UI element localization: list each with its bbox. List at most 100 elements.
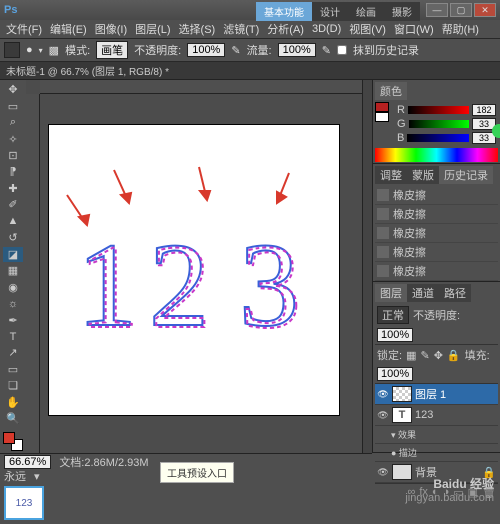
maximize-button[interactable]: ▢ (450, 3, 472, 17)
tab-photo[interactable]: 摄影 (384, 2, 420, 21)
menu-view[interactable]: 视图(V) (345, 21, 390, 37)
history-item[interactable]: 橡皮擦 (375, 243, 498, 262)
mask-tab[interactable]: 蒙版 (407, 166, 439, 184)
toolbox: ✥ ▭ ⌕ ✧ ⊡ ⁋ ✚ ✐ ▲ ↺ ◪ ▦ ◉ ☼ ✒ T ↗ ▭ ❏ ✋ … (0, 80, 26, 453)
blend-mode-select[interactable]: 正常 (377, 306, 409, 324)
lock-trans-icon[interactable]: ▦ (406, 349, 416, 362)
layer-opacity-input[interactable]: 100% (377, 328, 413, 342)
color-swatches[interactable] (3, 432, 23, 451)
visibility-icon[interactable]: 👁 (377, 466, 389, 478)
3d-tool[interactable]: ❏ (3, 378, 23, 393)
history-item[interactable]: 橡皮擦 (375, 186, 498, 205)
menu-file[interactable]: 文件(F) (2, 21, 46, 37)
lock-pixel-icon[interactable]: ✎ (420, 349, 429, 362)
pen-tool[interactable]: ✒ (3, 312, 23, 327)
hand-tool[interactable]: ✋ (3, 395, 23, 410)
menu-3d[interactable]: 3D(D) (308, 23, 345, 35)
layer-thumb[interactable]: T (392, 407, 412, 423)
svg-text:1: 1 (79, 220, 139, 353)
layer-row[interactable]: 👁T123 (375, 405, 498, 426)
menu-layer[interactable]: 图层(L) (131, 21, 174, 37)
layer-thumb[interactable] (392, 386, 412, 402)
eraser-icon[interactable] (4, 42, 20, 58)
close-button[interactable]: ✕ (474, 3, 496, 17)
history-item[interactable]: 橡皮擦 (375, 262, 498, 281)
history-tab[interactable]: 历史记录 (439, 166, 493, 184)
color-tab[interactable]: 颜色 (375, 82, 407, 100)
gradient-tool[interactable]: ▦ (3, 263, 23, 278)
title-bar: Ps 基本功能 设计 绘画 摄影 — ▢ ✕ (0, 0, 500, 20)
eraser-icon (377, 265, 389, 277)
visibility-icon[interactable]: 👁 (377, 388, 389, 400)
flow-input[interactable]: 100% (278, 43, 316, 57)
layers-panel: 图层 通道 路径 正常 不透明度: 100% 锁定: ▦ ✎ ✥ 🔒 填充: 1… (373, 282, 500, 453)
fill-input[interactable]: 100% (377, 367, 413, 381)
color-spectrum[interactable] (375, 148, 498, 162)
brush-tool[interactable]: ✐ (3, 197, 23, 212)
eraser-tool[interactable]: ◪ (3, 247, 23, 262)
r-value[interactable]: 182 (472, 104, 496, 116)
menu-help[interactable]: 帮助(H) (438, 21, 483, 37)
zoom-field[interactable]: 66.67% (4, 455, 51, 469)
mode-label: 模式: (65, 42, 90, 58)
history-brush-tool[interactable]: ↺ (3, 230, 23, 245)
tab-design[interactable]: 设计 (312, 2, 348, 21)
visibility-icon[interactable]: 👁 (377, 409, 389, 421)
crop-tool[interactable]: ⊡ (3, 148, 23, 163)
erase-history-checkbox[interactable] (337, 45, 347, 55)
paths-tab[interactable]: 路径 (439, 284, 471, 302)
history-item[interactable]: 橡皮擦 (375, 205, 498, 224)
minimize-button[interactable]: — (426, 3, 448, 17)
adjust-tab[interactable]: 调整 (375, 166, 407, 184)
menu-window[interactable]: 窗口(W) (390, 21, 438, 37)
dodge-tool[interactable]: ☼ (3, 296, 23, 311)
ruler-vertical[interactable] (26, 94, 40, 453)
opacity-input[interactable]: 100% (187, 43, 225, 57)
tab-essentials[interactable]: 基本功能 (256, 2, 312, 21)
mode-select[interactable]: 画笔 (96, 41, 128, 59)
zoom-tool[interactable]: 🔍 (3, 411, 23, 426)
path-tool[interactable]: ↗ (3, 345, 23, 360)
airbrush-icon[interactable]: ✎ (322, 44, 331, 57)
menu-select[interactable]: 选择(S) (175, 21, 220, 37)
canvas[interactable]: .num{font-family:Georgia,serif;font-size… (49, 125, 339, 415)
move-tool[interactable]: ✥ (3, 82, 23, 97)
type-tool[interactable]: T (3, 329, 23, 344)
dock-strip[interactable] (362, 80, 372, 453)
layer-row[interactable]: ● 描边 (375, 444, 498, 462)
doc-info: 文档:2.86M/2.93M (59, 454, 148, 470)
lock-pos-icon[interactable]: ✥ (434, 349, 443, 362)
history-item[interactable]: 橡皮擦 (375, 224, 498, 243)
bg-chip[interactable] (375, 112, 389, 122)
menu-filter[interactable]: 滤镜(T) (219, 21, 263, 37)
layer-row[interactable]: ▾ 效果 (375, 426, 498, 444)
g-slider[interactable] (409, 120, 469, 128)
stamp-tool[interactable]: ▲ (3, 214, 23, 229)
tab-painting[interactable]: 绘画 (348, 2, 384, 21)
layers-tab[interactable]: 图层 (375, 284, 407, 302)
marquee-tool[interactable]: ▭ (3, 98, 23, 113)
erase-history-label: 抹到历史记录 (353, 42, 419, 58)
b-slider[interactable] (407, 134, 469, 142)
channels-tab[interactable]: 通道 (407, 284, 439, 302)
document-tab[interactable]: 未标题-1 @ 66.7% (图层 1, RGB/8) * (0, 62, 500, 80)
shape-tool[interactable]: ▭ (3, 362, 23, 377)
menu-edit[interactable]: 编辑(E) (46, 21, 91, 37)
fg-chip[interactable] (375, 102, 389, 112)
r-slider[interactable] (408, 106, 469, 114)
eraser-icon (377, 189, 389, 201)
ruler-horizontal[interactable] (40, 80, 362, 94)
tablet-opacity-icon[interactable]: ✎ (231, 44, 240, 57)
menu-analysis[interactable]: 分析(A) (263, 21, 308, 37)
blur-tool[interactable]: ◉ (3, 279, 23, 294)
lasso-tool[interactable]: ⌕ (3, 115, 23, 130)
lock-all-icon[interactable]: 🔒 (447, 349, 461, 362)
fg-color[interactable] (3, 432, 15, 444)
eyedropper-tool[interactable]: ⁋ (3, 164, 23, 179)
frame-thumbnail[interactable]: 123 (4, 486, 44, 520)
eraser-icon (377, 227, 389, 239)
wand-tool[interactable]: ✧ (3, 131, 23, 146)
heal-tool[interactable]: ✚ (3, 181, 23, 196)
menu-image[interactable]: 图像(I) (91, 21, 131, 37)
layer-row[interactable]: 👁图层 1 (375, 384, 498, 405)
